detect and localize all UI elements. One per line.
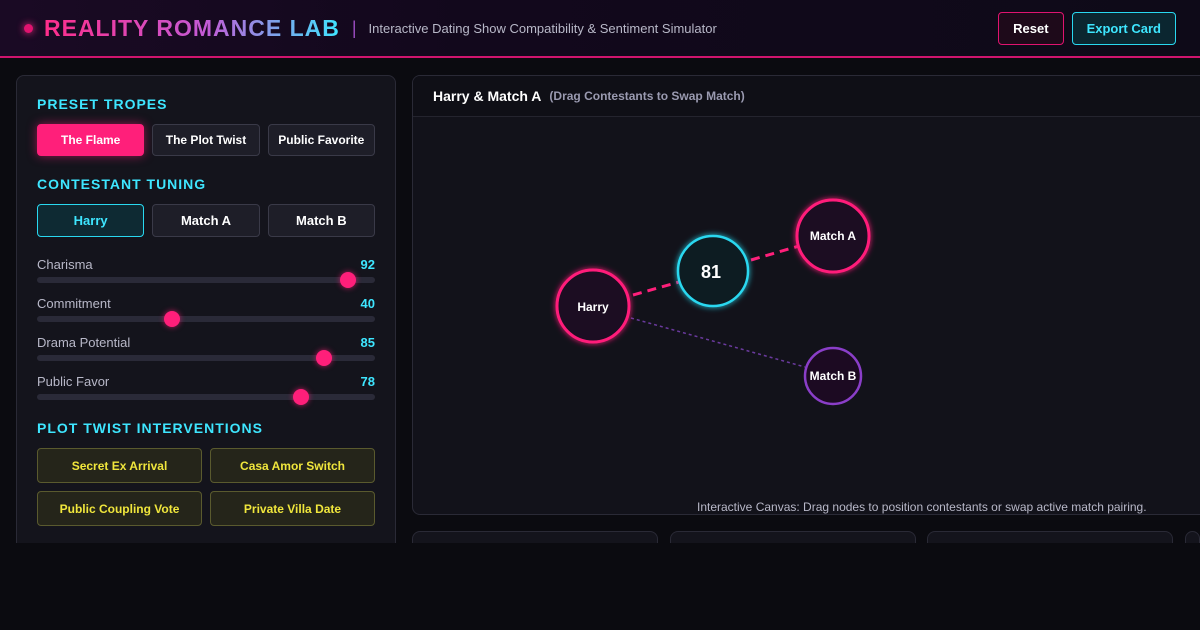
viewport-cutoff	[0, 543, 1200, 630]
node-harry-label: Harry	[577, 300, 609, 314]
slider-label: Commitment	[37, 296, 111, 311]
slider-drama-potential: Drama Potential 85	[37, 335, 375, 366]
preset-tropes-group: The Flame The Plot Twist Public Favorite	[37, 124, 375, 156]
compatibility-score-node: 81	[676, 234, 750, 308]
app-tagline: Interactive Dating Show Compatibility & …	[368, 20, 717, 36]
match-canvas-panel: Harry & Match A (Drag Contestants to Swa…	[412, 75, 1200, 515]
contestant-tabs: Harry Match A Match B	[37, 204, 375, 237]
node-match-b-label: Match B	[810, 369, 857, 383]
app-title: REALITY ROMANCE LAB	[44, 14, 340, 41]
stat-card	[927, 531, 1173, 543]
tab-harry[interactable]: Harry	[37, 204, 145, 237]
stat-card	[670, 531, 916, 543]
app-header: REALITY ROMANCE LAB | Interactive Dating…	[0, 0, 1200, 58]
canvas-footer-hint: Interactive Canvas: Drag nodes to positi…	[697, 500, 1147, 514]
tab-match-a[interactable]: Match A	[152, 204, 260, 237]
slider-thumb[interactable]	[339, 272, 356, 288]
slider-value: 78	[360, 374, 375, 389]
slider-value: 92	[360, 257, 375, 272]
contestant-tuning-title: CONTESTANT TUNING	[37, 176, 207, 192]
link-harry-match-b	[630, 317, 806, 368]
header-actions: Reset Export Card	[998, 11, 1176, 45]
title-separator: |	[351, 17, 357, 38]
compatibility-score: 81	[701, 262, 721, 282]
public-coupling-vote-button[interactable]: Public Coupling Vote	[37, 491, 202, 526]
canvas-header: Harry & Match A (Drag Contestants to Swa…	[413, 76, 1200, 117]
canvas-title: Harry & Match A	[433, 88, 542, 104]
stat-card	[412, 531, 658, 543]
slider-track[interactable]	[37, 350, 375, 366]
canvas-hint: (Drag Contestants to Swap Match)	[549, 89, 745, 103]
slider-thumb[interactable]	[164, 311, 181, 327]
plot-twist-title: PLOT TWIST INTERVENTIONS	[37, 420, 263, 436]
slider-track[interactable]	[37, 311, 375, 327]
preset-the-flame-button[interactable]: The Flame	[37, 124, 145, 156]
slider-thumb[interactable]	[316, 350, 333, 366]
node-harry[interactable]: Harry	[555, 268, 631, 344]
slider-public-favor: Public Favor 78	[37, 374, 375, 405]
private-villa-date-button[interactable]: Private Villa Date	[210, 491, 375, 526]
node-match-a-label: Match A	[810, 229, 857, 243]
slider-track[interactable]	[37, 389, 375, 405]
reset-button[interactable]: Reset	[998, 11, 1064, 45]
preset-plot-twist-button[interactable]: The Plot Twist	[152, 124, 260, 156]
secret-ex-arrival-button[interactable]: Secret Ex Arrival	[37, 448, 202, 483]
node-match-a[interactable]: Match A	[795, 198, 871, 274]
casa-amor-switch-button[interactable]: Casa Amor Switch	[210, 448, 375, 483]
preset-tropes-title: PRESET TROPES	[37, 96, 168, 112]
slider-track[interactable]	[37, 272, 375, 288]
control-panel: PRESET TROPES The Flame The Plot Twist P…	[16, 75, 396, 555]
plot-twist-grid: Secret Ex Arrival Casa Amor Switch Publi…	[37, 448, 375, 526]
slider-value: 85	[360, 335, 375, 350]
logo-dot-icon	[24, 23, 33, 33]
tab-match-b[interactable]: Match B	[267, 204, 375, 237]
slider-label: Public Favor	[37, 374, 110, 389]
slider-commitment: Commitment 40	[37, 296, 375, 327]
export-card-button[interactable]: Export Card	[1071, 11, 1176, 45]
preset-public-favorite-button[interactable]: Public Favorite	[267, 124, 375, 156]
slider-value: 40	[360, 296, 375, 311]
link-harry-score	[632, 280, 680, 297]
slider-thumb[interactable]	[292, 389, 309, 405]
link-score-match-a	[750, 244, 800, 262]
stat-card	[1185, 531, 1200, 543]
slider-label: Drama Potential	[37, 335, 131, 350]
slider-charisma: Charisma 92	[37, 257, 375, 288]
slider-label: Charisma	[37, 257, 93, 272]
match-canvas[interactable]: Harry 81 Match A Match B	[413, 117, 1200, 515]
node-match-b[interactable]: Match B	[803, 346, 863, 406]
